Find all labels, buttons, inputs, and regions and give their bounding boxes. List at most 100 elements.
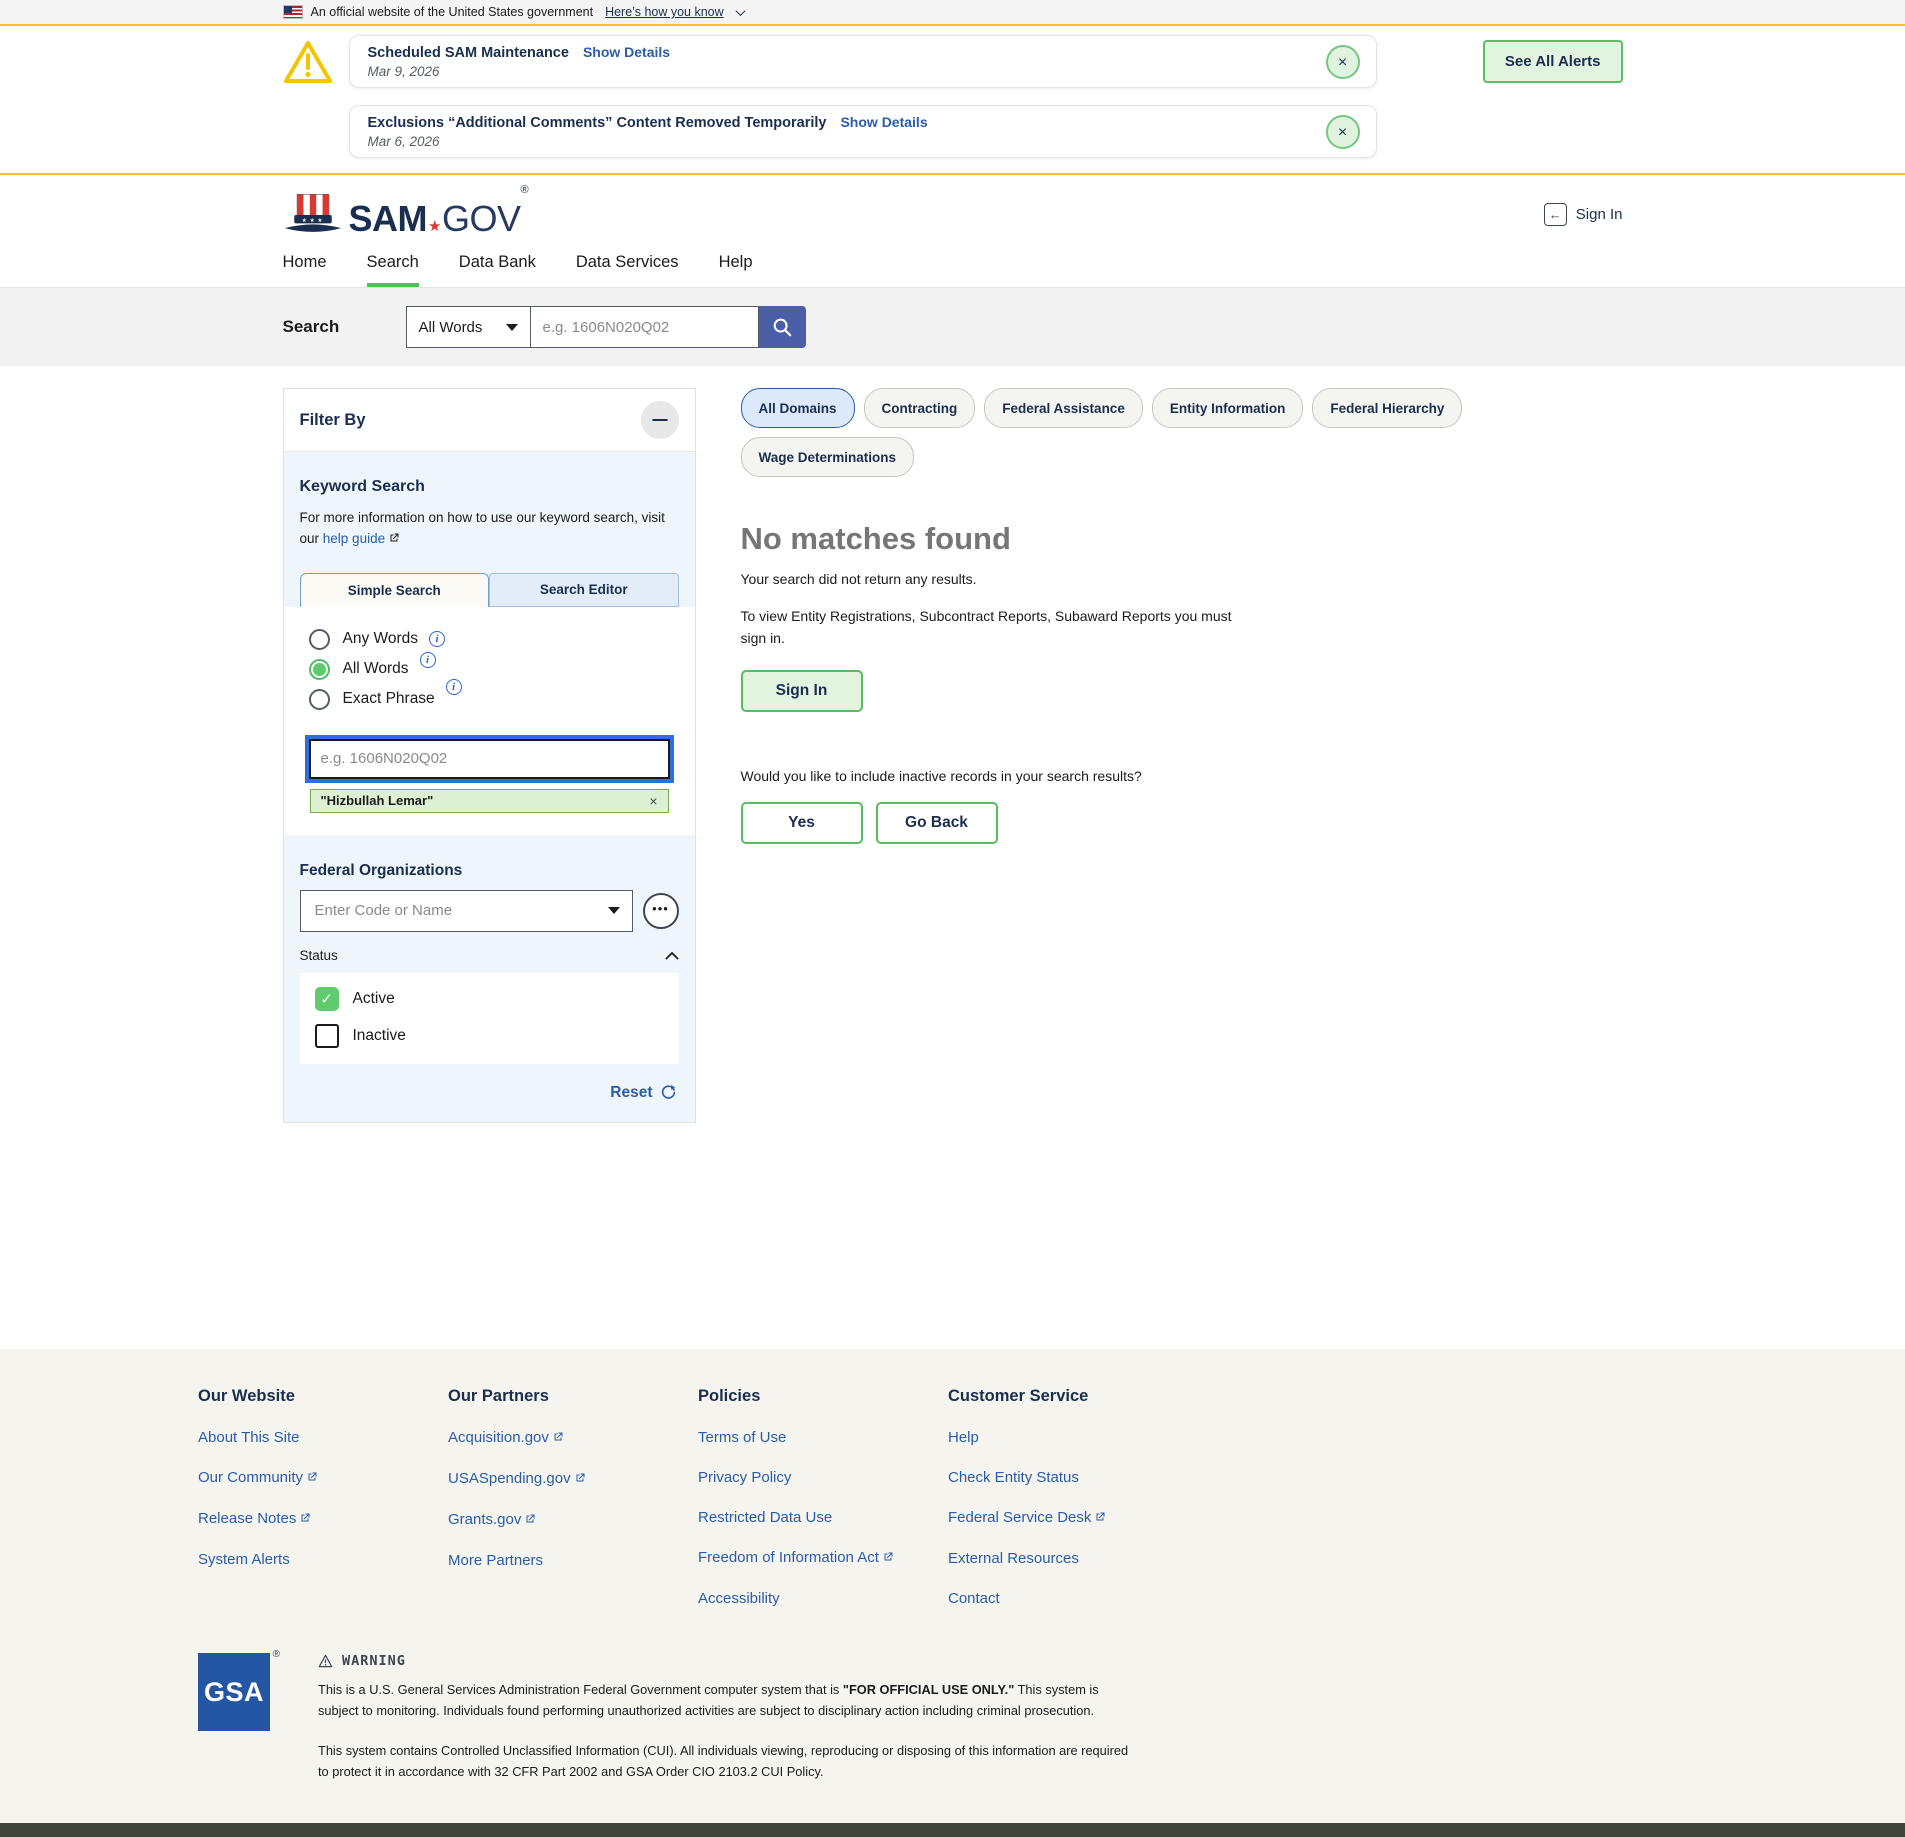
filter-panel: Filter By Keyword Search For more inform… (283, 388, 696, 1123)
chip-remove-icon[interactable]: × (649, 793, 657, 809)
caret-down-icon (506, 324, 518, 331)
warning-paragraph-2: This system contains Controlled Unclassi… (318, 1741, 1130, 1782)
alert-title: Scheduled SAM Maintenance (368, 45, 569, 61)
federal-organizations-combobox[interactable] (300, 890, 633, 932)
no-matches-subtitle: Your search did not return any results. (741, 571, 1623, 587)
chevron-up-icon (665, 951, 679, 960)
yes-button[interactable]: Yes (741, 802, 863, 844)
top-search-input[interactable] (531, 306, 759, 348)
help-guide-link[interactable]: help guide (323, 531, 385, 546)
sign-in-button[interactable]: Sign In (741, 670, 863, 712)
external-link-icon (306, 1470, 318, 1487)
keyword-input[interactable] (309, 739, 670, 779)
nav-item-data-services[interactable]: Data Services (576, 253, 679, 287)
footer-link-about-this-site[interactable]: About This Site (198, 1429, 448, 1446)
footer-link-more-partners[interactable]: More Partners (448, 1552, 698, 1569)
status-options: ✓ Active Inactive (300, 973, 679, 1064)
alert-date: Mar 6, 2026 (368, 134, 1312, 149)
info-icon[interactable]: i (429, 631, 445, 647)
footer-link-federal-service-desk[interactable]: Federal Service Desk (948, 1509, 1198, 1527)
external-link-icon (882, 1550, 894, 1567)
logo-star-icon: ★ (428, 218, 441, 235)
footer-link-privacy-policy[interactable]: Privacy Policy (698, 1469, 948, 1486)
footer-link-terms-of-use[interactable]: Terms of Use (698, 1429, 948, 1446)
sign-in-note: To view Entity Registrations, Subcontrac… (741, 605, 1239, 650)
reset-filters-link[interactable]: Reset (610, 1084, 652, 1102)
warning-paragraph-1: This is a U.S. General Services Administ… (318, 1680, 1130, 1721)
search-label: Search (283, 317, 406, 337)
radio-any-words[interactable] (309, 629, 330, 650)
info-icon[interactable]: i (446, 679, 462, 695)
federal-organizations-input[interactable] (313, 901, 608, 920)
info-icon[interactable]: i (420, 652, 436, 668)
external-link-icon (1094, 1510, 1106, 1527)
footer-link-restricted-data-use[interactable]: Restricted Data Use (698, 1509, 948, 1526)
warning-title: WARNING (342, 1653, 406, 1669)
tab-simple-search[interactable]: Simple Search (300, 573, 490, 607)
registered-mark: ® (520, 184, 528, 196)
us-flag-icon (283, 5, 303, 19)
nav-item-home[interactable]: Home (283, 253, 327, 287)
footer-link-system-alerts[interactable]: System Alerts (198, 1551, 448, 1568)
footer-link-foia[interactable]: Freedom of Information Act (698, 1549, 948, 1567)
search-submit-button[interactable] (759, 306, 806, 348)
collapse-filters-button[interactable] (641, 401, 679, 439)
external-link-icon (524, 1512, 536, 1529)
alerts-section: Scheduled SAM Maintenance Show Details M… (0, 26, 1905, 175)
nav-item-help[interactable]: Help (719, 253, 753, 287)
how-you-know-link[interactable]: Here’s how you know (605, 5, 724, 19)
radio-exact-phrase-label: Exact Phrase (343, 690, 435, 708)
search-icon (771, 316, 793, 338)
tab-search-editor[interactable]: Search Editor (489, 573, 679, 607)
alert-show-details-link[interactable]: Show Details (840, 114, 927, 130)
domain-pill-federal-assistance[interactable]: Federal Assistance (984, 388, 1143, 428)
main-content: Filter By Keyword Search For more inform… (0, 366, 1905, 1349)
site-header: ★★★ SAM★GOV® ← Sign In (0, 175, 1905, 243)
go-back-button[interactable]: Go Back (876, 802, 998, 844)
close-icon: × (1338, 54, 1347, 71)
header-sign-in-link[interactable]: ← Sign In (1544, 203, 1623, 226)
status-section-toggle[interactable]: Status (300, 948, 679, 963)
external-link-icon (299, 1511, 311, 1528)
footer-link-contact[interactable]: Contact (948, 1590, 1198, 1607)
radio-all-words[interactable] (309, 659, 330, 680)
search-band: Search All Words (0, 288, 1905, 366)
alert-title: Exclusions “Additional Comments” Content… (368, 115, 827, 131)
nav-item-data-bank[interactable]: Data Bank (459, 253, 536, 287)
nav-item-search[interactable]: Search (367, 253, 419, 287)
federal-organizations-title: Federal Organizations (300, 862, 679, 880)
logo-sam-text: SAM (349, 198, 428, 239)
radio-exact-phrase[interactable] (309, 689, 330, 710)
search-mode-select[interactable]: All Words (406, 306, 531, 348)
footer-column-customer-service: Customer Service Help Check Entity Statu… (948, 1387, 1198, 1607)
see-all-alerts-button[interactable]: See All Alerts (1483, 40, 1623, 83)
inactive-records-question: Would you like to include inactive recor… (741, 768, 1623, 784)
alert-close-button[interactable]: × (1326, 115, 1360, 149)
domain-pill-all-domains[interactable]: All Domains (741, 388, 855, 428)
checkbox-active[interactable]: ✓ (315, 987, 339, 1011)
domain-pill-contracting[interactable]: Contracting (864, 388, 976, 428)
footer-link-acquisition-gov[interactable]: Acquisition.gov (448, 1429, 698, 1447)
footer-link-usaspending-gov[interactable]: USASpending.gov (448, 1470, 698, 1488)
sign-in-icon: ← (1544, 203, 1567, 226)
sam-gov-logo[interactable]: ★★★ SAM★GOV® (283, 191, 529, 237)
domain-pill-federal-hierarchy[interactable]: Federal Hierarchy (1312, 388, 1462, 428)
footer-link-accessibility[interactable]: Accessibility (698, 1590, 948, 1607)
footer-link-release-notes[interactable]: Release Notes (198, 1510, 448, 1528)
alert-show-details-link[interactable]: Show Details (583, 44, 670, 60)
warning-icon (318, 1654, 333, 1668)
footer-link-help[interactable]: Help (948, 1429, 1198, 1446)
checkbox-active-label: Active (353, 990, 395, 1008)
domain-pill-entity-information[interactable]: Entity Information (1152, 388, 1304, 428)
domain-pill-wage-determinations[interactable]: Wage Determinations (741, 437, 915, 477)
gov-banner-text: An official website of the United States… (311, 5, 594, 19)
more-options-button[interactable]: ••• (643, 893, 679, 929)
keyword-chip-label: "Hizbullah Lemar" (321, 793, 434, 808)
alert-date: Mar 9, 2026 (368, 64, 1312, 79)
footer-link-check-entity-status[interactable]: Check Entity Status (948, 1469, 1198, 1486)
checkbox-inactive[interactable] (315, 1024, 339, 1048)
footer-link-external-resources[interactable]: External Resources (948, 1550, 1198, 1567)
alert-close-button[interactable]: × (1326, 45, 1360, 79)
footer-link-our-community[interactable]: Our Community (198, 1469, 448, 1487)
footer-link-grants-gov[interactable]: Grants.gov (448, 1511, 698, 1529)
